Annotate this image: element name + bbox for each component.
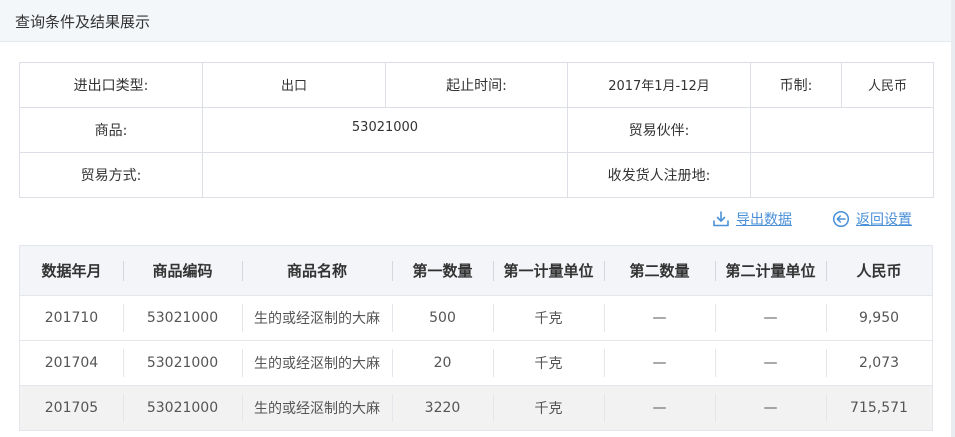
cell-period: 201704 (20, 339, 123, 385)
cell-rmb: 715,571 (826, 384, 932, 430)
cell-qty2: — (604, 294, 715, 340)
cell-qty1: 3220 (392, 384, 493, 430)
column-header-qty2: 第二数量 (604, 246, 715, 295)
cell-period: 201705 (20, 384, 123, 430)
cell-name: 生的或经沤制的大麻 (242, 339, 392, 385)
product-value: 53021000 (202, 107, 568, 153)
cell-rmb: 2,073 (826, 339, 932, 385)
column-header-unit2: 第二计量单位 (715, 246, 826, 295)
cell-unit1: 千克 (493, 384, 604, 430)
export-data-label: 导出数据 (736, 212, 792, 228)
period-value: 2017年1月-12月 (567, 62, 751, 108)
download-icon (713, 211, 729, 227)
consignor-label: 收发货人注册地: (567, 152, 751, 198)
cell-unit1: 千克 (493, 294, 604, 340)
results-table-container: 数据年月 商品编码 商品名称 第一数量 第一计量单位 第二数量 第二计量单位 人… (19, 245, 933, 431)
result-actions: 导出数据 返回设置 (0, 209, 955, 231)
query-conditions-table: 进出口类型: 出口 起止时间: 2017年1月-12月 币制: 人民币 商品: … (19, 62, 934, 198)
trade-type-value: 出口 (202, 62, 386, 108)
trade-mode-label: 贸易方式: (19, 152, 203, 198)
consignor-value (750, 152, 934, 198)
cell-unit2: — (715, 339, 826, 385)
currency-value: 人民币 (841, 62, 934, 108)
trade-type-label: 进出口类型: (19, 62, 203, 108)
cell-unit1: 千克 (493, 339, 604, 385)
cell-unit2: — (715, 384, 826, 430)
back-to-settings-button[interactable]: 返回设置 (832, 209, 912, 229)
column-header-code: 商品编码 (123, 246, 242, 295)
partner-label: 贸易伙伴: (567, 107, 751, 153)
column-header-unit1: 第一计量单位 (493, 246, 604, 295)
table-header-row: 数据年月 商品编码 商品名称 第一数量 第一计量单位 第二数量 第二计量单位 人… (20, 246, 932, 295)
cell-name: 生的或经沤制的大麻 (242, 294, 392, 340)
table-row: 201704 53021000 生的或经沤制的大麻 20 千克 — — 2,07… (20, 339, 932, 385)
export-data-button[interactable]: 导出数据 (712, 209, 792, 229)
product-label: 商品: (19, 107, 203, 153)
column-header-name: 商品名称 (242, 246, 392, 295)
cell-name: 生的或经沤制的大麻 (242, 384, 392, 430)
cell-qty2: — (604, 339, 715, 385)
column-header-qty1: 第一数量 (392, 246, 493, 295)
column-header-period: 数据年月 (20, 246, 123, 295)
section-title: 查询条件及结果展示 (15, 13, 151, 31)
cell-code: 53021000 (123, 339, 242, 385)
arrow-left-circle-icon (832, 210, 850, 228)
column-header-rmb: 人民币 (826, 246, 932, 295)
section-header: 查询条件及结果展示 (0, 0, 951, 42)
currency-label: 币制: (750, 62, 842, 108)
results-table: 数据年月 商品编码 商品名称 第一数量 第一计量单位 第二数量 第二计量单位 人… (20, 246, 932, 430)
cell-rmb: 9,950 (826, 294, 932, 340)
table-row: 201710 53021000 生的或经沤制的大麻 500 千克 — — 9,9… (20, 294, 932, 340)
back-to-settings-label: 返回设置 (856, 212, 912, 228)
cell-qty1: 20 (392, 339, 493, 385)
partner-value (750, 107, 934, 153)
cell-qty1: 500 (392, 294, 493, 340)
cell-code: 53021000 (123, 294, 242, 340)
cell-code: 53021000 (123, 384, 242, 430)
cell-unit2: — (715, 294, 826, 340)
cell-period: 201710 (20, 294, 123, 340)
trade-mode-value (202, 152, 568, 198)
cell-qty2: — (604, 384, 715, 430)
table-row: 201705 53021000 生的或经沤制的大麻 3220 千克 — — 71… (20, 384, 932, 430)
period-label: 起止时间: (385, 62, 568, 108)
